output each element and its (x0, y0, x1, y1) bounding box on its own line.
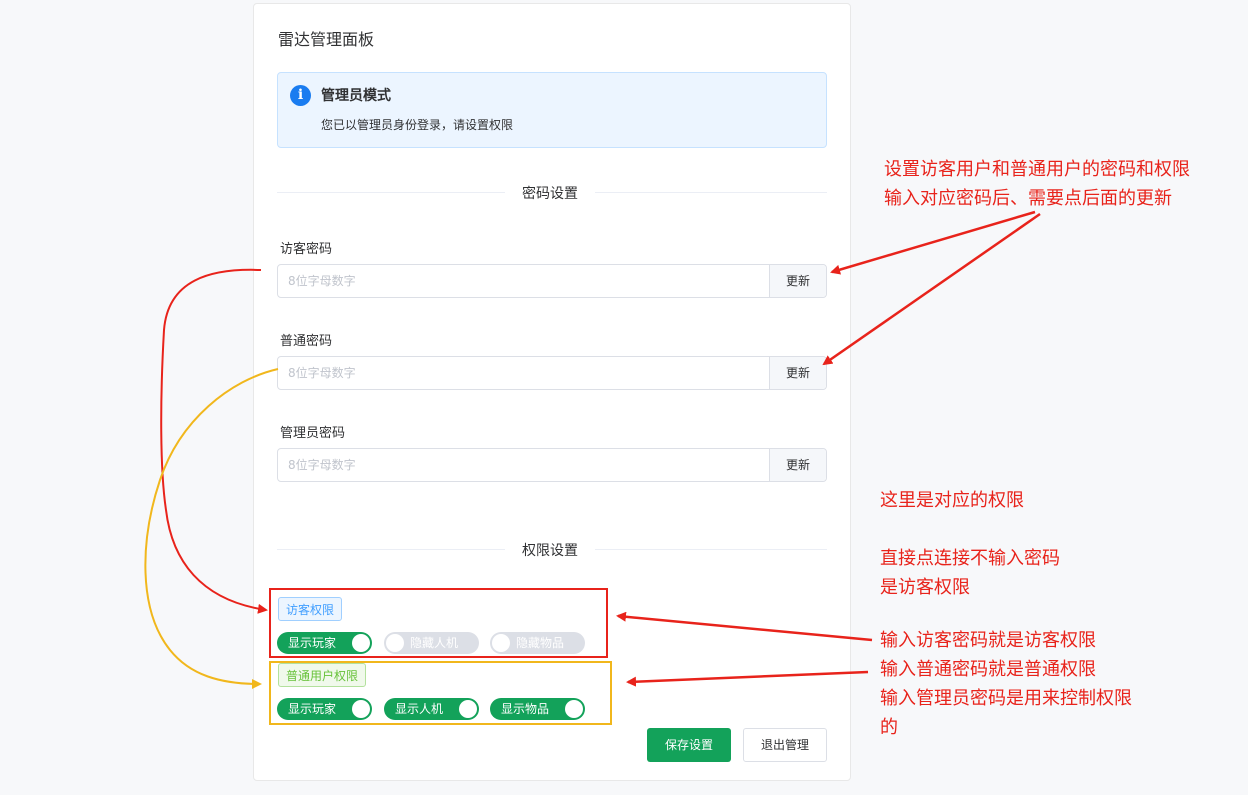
annotation-note-middle: 这里是对应的权限 直接点连接不输入密码 是访客权限 (880, 490, 1060, 598)
guest-password-connector (160, 268, 268, 614)
bottom-note-arrows (616, 611, 873, 687)
annotation-note-top: 设置访客用户和普通用户的密码和权限 输入对应密码后、需要点后面的更新 (884, 159, 1190, 209)
top-note-arrows (822, 210, 1041, 366)
annotation-note-bottom: 输入访客密码就是访客权限 输入普通密码就是普通权限 输入管理员密码是用来控制权限… (880, 630, 1132, 738)
normal-password-connector (144, 368, 279, 689)
